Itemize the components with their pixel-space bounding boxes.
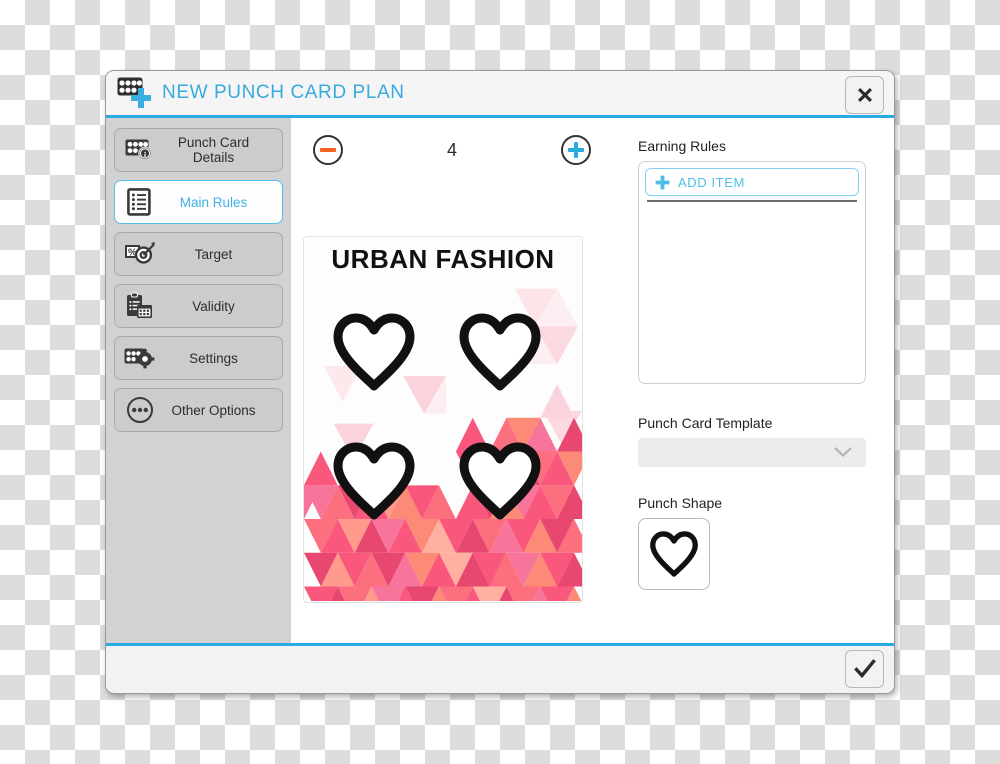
heart-icon (650, 531, 698, 577)
plus-badge-icon (131, 88, 151, 108)
checkmark-icon (853, 659, 876, 679)
list-divider (647, 200, 857, 202)
sidebar-item-main-rules[interactable]: Main Rules (114, 180, 283, 224)
punch-card-template-select[interactable] (638, 438, 866, 467)
target-percent-icon: % (123, 240, 157, 268)
punch-card-gear-icon (123, 344, 157, 372)
punch-count-stepper: 4 (291, 118, 611, 182)
sidebar: Punch Card Details Main Rules % Target V… (106, 118, 291, 643)
punch-slot-2 (456, 313, 544, 396)
plus-icon (655, 175, 670, 189)
sidebar-item-label: Validity (192, 298, 235, 314)
rules-panel: Earning Rules ADD ITEM Punch Card Templa… (611, 118, 894, 643)
add-item-label: ADD ITEM (678, 174, 745, 190)
earning-rules-list: ADD ITEM (638, 161, 866, 384)
sidebar-item-target[interactable]: % Target (114, 232, 283, 276)
confirm-button[interactable] (845, 650, 884, 688)
sidebar-item-validity[interactable]: Validity (114, 284, 283, 328)
sidebar-item-punch-card-details[interactable]: Punch Card Details (114, 128, 283, 172)
punch-slot-3 (330, 442, 418, 525)
close-icon (857, 88, 872, 102)
heart-icon (333, 442, 415, 520)
page-title: NEW PUNCH CARD PLAN (162, 82, 405, 103)
dialog-titlebar: NEW PUNCH CARD PLAN (106, 71, 894, 118)
punch-card-template-label: Punch Card Template (638, 415, 773, 431)
increment-button[interactable] (560, 135, 591, 165)
punch-count-value: 4 (446, 139, 457, 160)
plus-circle-icon (567, 142, 584, 158)
heart-icon (459, 313, 541, 391)
ellipsis-circle-icon (123, 396, 157, 424)
punch-slot-4 (456, 442, 544, 525)
sidebar-item-other-options[interactable]: Other Options (114, 388, 283, 432)
sidebar-item-label: Punch Card Details (177, 135, 250, 165)
decrement-button[interactable] (313, 135, 343, 165)
heart-icon (333, 313, 415, 391)
sidebar-item-label: Main Rules (179, 194, 248, 210)
punch-card-plus-icon (115, 75, 155, 111)
punch-shape-selector[interactable] (638, 518, 710, 590)
earning-rules-label: Earning Rules (638, 138, 726, 154)
dialog-body: Punch Card Details Main Rules % Target V… (106, 118, 894, 643)
transparency-backdrop: NEW PUNCH CARD PLAN Punch Card Details M… (0, 0, 1000, 764)
heart-icon (459, 442, 541, 520)
list-document-icon (123, 188, 157, 216)
minus-circle-icon (320, 148, 336, 152)
clipboard-calendar-icon (123, 292, 157, 320)
sidebar-item-settings[interactable]: Settings (114, 336, 283, 380)
card-editor-panel: 4 URBAN FASHION (291, 118, 611, 643)
close-button[interactable] (845, 76, 884, 114)
dialog-footer (106, 643, 894, 692)
sidebar-item-label: Target (194, 246, 233, 262)
card-brand-name: URBAN FASHION (331, 244, 555, 274)
punch-shape-label: Punch Shape (638, 495, 723, 511)
punch-card-info-icon (123, 136, 157, 164)
new-punch-card-plan-dialog: NEW PUNCH CARD PLAN Punch Card Details M… (105, 70, 895, 694)
add-item-button[interactable]: ADD ITEM (645, 168, 859, 196)
punch-card-preview[interactable]: URBAN FASHION (303, 236, 583, 603)
chevron-down-icon (834, 447, 852, 457)
sidebar-item-label: Settings (189, 350, 238, 366)
sidebar-item-label: Other Options (171, 402, 256, 418)
triangle-mosaic-background (304, 237, 582, 602)
punch-slot-1 (330, 313, 418, 396)
